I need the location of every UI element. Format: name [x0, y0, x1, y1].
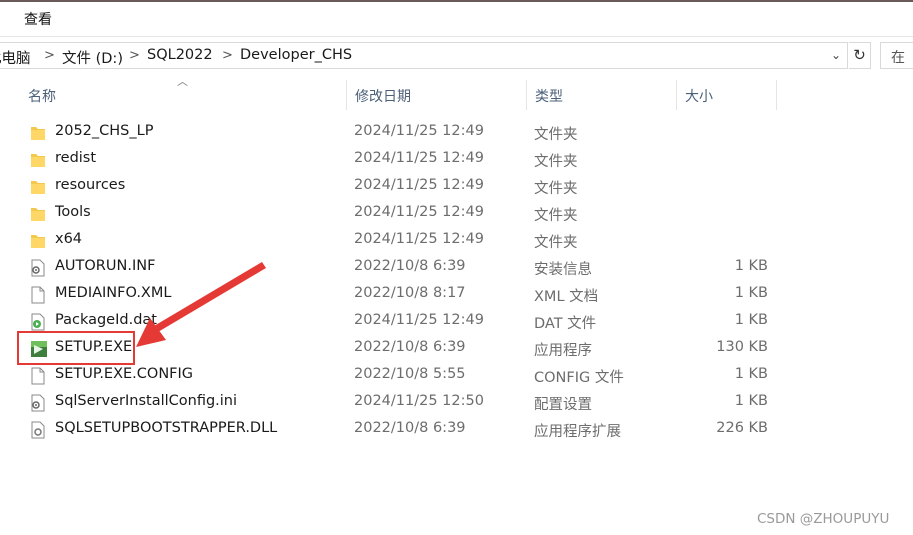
breadcrumb-drive-d[interactable]: 文件 (D:) — [62, 47, 123, 68]
folder-icon — [30, 124, 46, 142]
search-placeholder: 在 — [891, 50, 905, 66]
settings-file-icon — [30, 259, 46, 277]
breadcrumb-developer-chs[interactable]: Developer_CHS — [240, 47, 352, 63]
file-modified: 2024/11/25 12:49 — [354, 312, 484, 328]
tab-view[interactable]: 查看 — [24, 9, 52, 29]
file-modified: 2024/11/25 12:49 — [354, 204, 484, 220]
file-size: 226 KB — [716, 420, 768, 436]
file-row[interactable]: AUTORUN.INF 2022/10/8 6:39 安装信息 1 KB — [20, 255, 780, 282]
file-name: SQLSETUPBOOTSTRAPPER.DLL — [55, 420, 278, 436]
folder-icon — [30, 232, 46, 250]
file-row[interactable]: MEDIAINFO.XML 2022/10/8 8:17 XML 文档 1 KB — [20, 282, 780, 309]
file-name: Tools — [55, 204, 91, 220]
document-icon — [30, 367, 46, 385]
file-type: 文件夹 — [534, 127, 578, 143]
search-input[interactable]: 在 — [880, 42, 913, 69]
file-modified: 2024/11/25 12:50 — [354, 393, 484, 409]
file-modified: 2022/10/8 6:39 — [354, 339, 466, 355]
watermark: CSDN @ZHOUPUYU — [757, 511, 890, 527]
column-header-modified-label: 修改日期 — [355, 89, 411, 105]
file-row[interactable]: SqlServerInstallConfig.ini 2024/11/25 12:… — [20, 390, 780, 417]
dll-file-icon — [30, 421, 46, 439]
file-type: 应用程序 — [534, 343, 592, 359]
media-file-icon — [30, 313, 46, 331]
file-name: 2052_CHS_LP — [55, 123, 154, 139]
file-size: 1 KB — [734, 312, 768, 328]
settings-file-icon — [30, 394, 46, 412]
file-size: 1 KB — [734, 393, 768, 409]
chevron-down-icon[interactable]: ⌄ — [827, 46, 845, 64]
file-type: 文件夹 — [534, 181, 578, 197]
file-row[interactable]: redist 2024/11/25 12:49 文件夹 — [20, 147, 780, 174]
document-icon — [30, 286, 46, 304]
file-type: XML 文档 — [534, 289, 599, 305]
column-header-type[interactable]: 类型 — [527, 80, 677, 110]
file-modified: 2024/11/25 12:49 — [354, 150, 484, 166]
file-modified: 2024/11/25 12:49 — [354, 177, 484, 193]
file-size: 1 KB — [734, 258, 768, 274]
file-size: 1 KB — [734, 366, 768, 382]
file-type: CONFIG 文件 — [534, 370, 624, 386]
breadcrumb-sql2022[interactable]: SQL2022 — [147, 47, 213, 63]
refresh-icon[interactable]: ↻ — [849, 42, 871, 69]
folder-icon — [30, 178, 46, 196]
file-name: PackageId.dat — [55, 312, 157, 328]
file-type: 文件夹 — [534, 154, 578, 170]
column-header-name[interactable]: 名称 — [20, 80, 347, 110]
file-modified: 2024/11/25 12:49 — [354, 231, 484, 247]
file-name: MEDIAINFO.XML — [55, 285, 172, 301]
file-row[interactable]: x64 2024/11/25 12:49 文件夹 — [20, 228, 780, 255]
file-row[interactable]: SQLSETUPBOOTSTRAPPER.DLL 2022/10/8 6:39 应用… — [20, 417, 780, 444]
folder-icon — [30, 151, 46, 169]
address-bar[interactable]: 此电脑 > 文件 (D:) > SQL2022 > Developer_CHS … — [0, 42, 848, 69]
breadcrumb-separator[interactable]: > — [222, 48, 233, 63]
file-row[interactable]: 2052_CHS_LP 2024/11/25 12:49 文件夹 — [20, 120, 780, 147]
file-type: 应用程序扩展 — [534, 424, 621, 440]
file-name: AUTORUN.INF — [55, 258, 156, 274]
column-header-size[interactable]: 大小 — [677, 80, 777, 110]
file-name: SqlServerInstallConfig.ini — [55, 393, 238, 409]
file-modified: 2022/10/8 6:39 — [354, 258, 466, 274]
column-header-modified[interactable]: 修改日期 — [347, 80, 527, 110]
file-modified: 2022/10/8 8:17 — [354, 285, 466, 301]
file-name: redist — [55, 150, 97, 166]
breadcrumb-separator[interactable]: > — [129, 48, 140, 63]
breadcrumb-separator[interactable]: > — [44, 48, 55, 63]
file-row[interactable]: Tools 2024/11/25 12:49 文件夹 — [20, 201, 780, 228]
column-header: 名称 修改日期 类型 大小 — [20, 80, 800, 110]
file-size: 130 KB — [716, 339, 768, 355]
column-header-type-label: 类型 — [535, 89, 563, 105]
file-name: resources — [55, 177, 126, 193]
column-header-name-label: 名称 — [28, 89, 56, 105]
ribbon: 查看 — [0, 2, 913, 37]
file-modified: 2022/10/8 5:55 — [354, 366, 466, 382]
breadcrumb-this-pc[interactable]: 此电脑 — [0, 47, 31, 68]
file-size: 1 KB — [734, 285, 768, 301]
file-type: DAT 文件 — [534, 316, 597, 332]
file-row[interactable]: resources 2024/11/25 12:49 文件夹 — [20, 174, 780, 201]
file-modified: 2022/10/8 6:39 — [354, 420, 466, 436]
column-header-size-label: 大小 — [685, 89, 713, 105]
file-modified: 2024/11/25 12:49 — [354, 123, 484, 139]
file-type: 文件夹 — [534, 208, 578, 224]
folder-icon — [30, 205, 46, 223]
file-name: SETUP.EXE.CONFIG — [55, 366, 194, 382]
file-type: 安装信息 — [534, 262, 592, 278]
highlight-box — [17, 331, 135, 365]
file-type: 配置设置 — [534, 397, 592, 413]
file-type: 文件夹 — [534, 235, 578, 251]
file-name: x64 — [55, 231, 83, 247]
file-row[interactable]: SETUP.EXE.CONFIG 2022/10/8 5:55 CONFIG 文件 1… — [20, 363, 780, 390]
